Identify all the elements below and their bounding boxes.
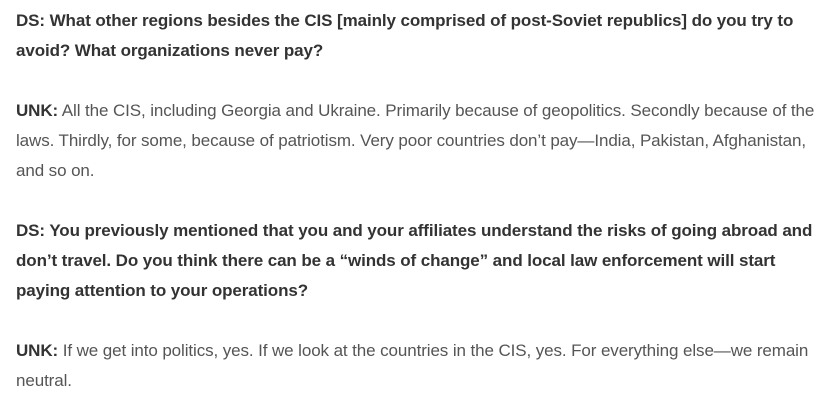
speaker-label: DS:	[16, 11, 45, 30]
answer-text: All the CIS, including Georgia and Ukrai…	[16, 101, 815, 180]
interview-question: DS: You previously mentioned that you an…	[16, 216, 817, 306]
interview-answer: UNK: If we get into politics, yes. If we…	[16, 336, 817, 396]
answer-text: If we get into politics, yes. If we look…	[16, 341, 809, 390]
speaker-label: DS:	[16, 221, 45, 240]
interview-question: DS: What other regions besides the CIS […	[16, 6, 817, 66]
speaker-label: UNK:	[16, 341, 59, 360]
interview-answer: UNK: All the CIS, including Georgia and …	[16, 96, 817, 186]
speaker-label: UNK:	[16, 101, 59, 120]
interview-article: DS: What other regions besides the CIS […	[0, 0, 827, 415]
question-text: You previously mentioned that you and yo…	[16, 221, 813, 300]
question-text: What other regions besides the CIS [main…	[16, 11, 794, 60]
